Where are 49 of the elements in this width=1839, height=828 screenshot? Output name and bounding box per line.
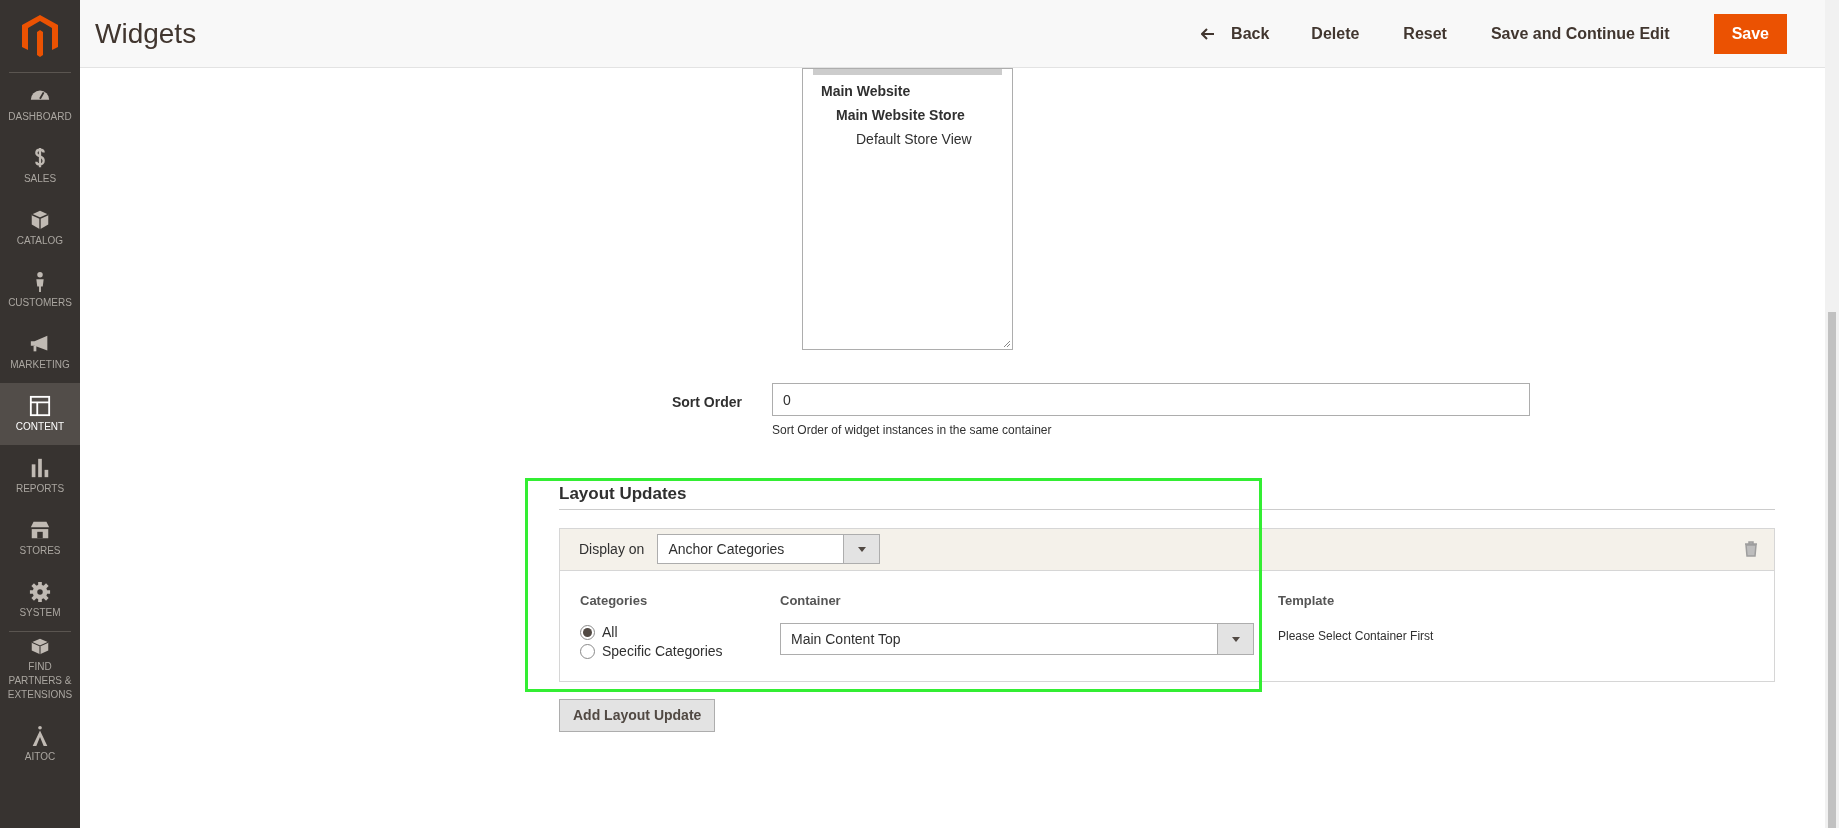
nav-item[interactable]: REPORTS — [0, 445, 80, 507]
nav-item[interactable]: SYSTEM — [0, 569, 80, 631]
nav-item[interactable]: CONTENT — [0, 383, 80, 445]
nav-item[interactable]: AITOC — [0, 704, 80, 784]
layout-icon — [29, 394, 51, 417]
nav-item[interactable]: STORES — [0, 507, 80, 569]
settings-icon — [29, 580, 51, 603]
radio-option[interactable]: All — [580, 623, 780, 642]
sort-order-field[interactable]: 0 — [772, 383, 1530, 416]
nav-item[interactable]: FIND PARTNERS & EXTENSIONS — [0, 632, 80, 704]
nav-item[interactable]: MARKETING — [0, 321, 80, 383]
field-label: Categories — [580, 591, 649, 610]
section-title: Layout Updates — [559, 483, 688, 505]
store-view-list[interactable]: Main Website Main Website Store Default Store View — [802, 68, 1013, 350]
box-icon — [29, 208, 51, 231]
field-label: Display on — [579, 539, 645, 559]
container-select[interactable]: Main Content Top — [780, 623, 1254, 655]
field-label: Sort Order — [672, 394, 742, 410]
radio-option[interactable]: Specific Categories — [580, 642, 780, 661]
field-note: Sort Order of widget instances in the same container — [772, 422, 1053, 439]
back-button[interactable]: Back — [1185, 13, 1286, 54]
tree-item[interactable]: Main Website Store — [803, 103, 1012, 127]
scrollbar-thumb[interactable] — [1828, 312, 1836, 828]
tree-item[interactable]: Default Store View — [803, 127, 1012, 151]
scrollbar[interactable] — [1825, 0, 1839, 828]
nav-item[interactable]: CATALOG — [0, 197, 80, 259]
dropdown-caret-icon — [1231, 636, 1240, 642]
logo-icon[interactable] — [22, 15, 58, 57]
page-title: Widgets — [95, 16, 198, 51]
display-on-select[interactable]: Anchor Categories — [657, 534, 881, 564]
action-button[interactable]: Delete — [1293, 13, 1378, 54]
nav-item[interactable]: SALES — [0, 135, 80, 197]
delete-icon[interactable] — [1744, 541, 1758, 557]
action-button[interactable]: Save and Continue Edit — [1472, 13, 1688, 54]
field-label: Container — [780, 591, 842, 610]
tree-item[interactable]: Main Website — [803, 79, 1012, 103]
action-button[interactable]: Reset — [1385, 13, 1465, 54]
nav-item[interactable]: CUSTOMERS — [0, 259, 80, 321]
save-button[interactable]: Save — [1713, 13, 1787, 54]
add-layout-update-button[interactable]: Add Layout Update — [559, 699, 716, 732]
radio-button[interactable] — [580, 625, 595, 640]
arrow-left-icon — [1201, 27, 1216, 40]
nav-item[interactable]: DASHBOARD — [0, 73, 80, 135]
resize-handle-icon[interactable] — [1003, 340, 1011, 348]
bar-chart-icon — [29, 456, 51, 479]
field-label: Template — [1278, 591, 1336, 610]
radio-button[interactable] — [580, 644, 595, 659]
field-note: Please Select Container First — [1278, 628, 1434, 645]
dropdown-caret-icon — [857, 546, 866, 552]
